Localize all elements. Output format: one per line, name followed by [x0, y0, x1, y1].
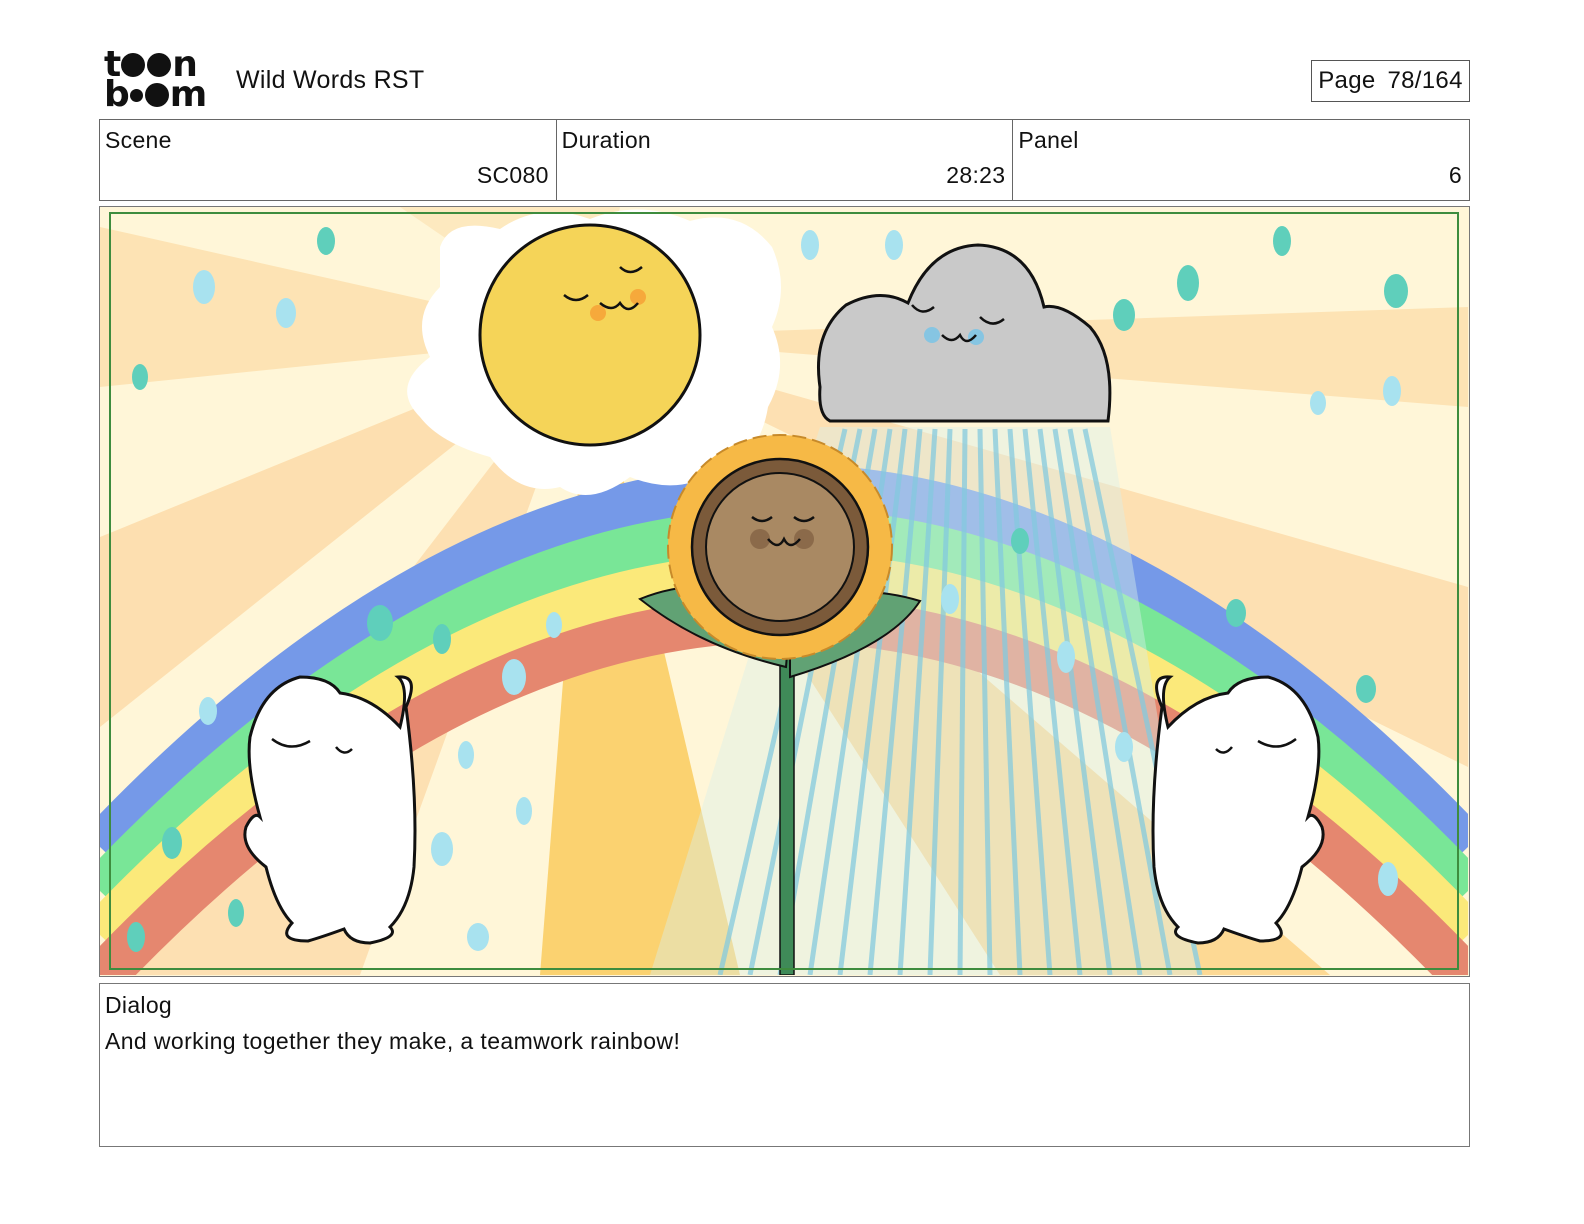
page-indicator: Page 78/164: [1311, 60, 1470, 102]
dialog-label: Dialog: [105, 992, 173, 1018]
toonboom-logo: t n b m: [104, 47, 216, 115]
scene-value: SC080: [476, 162, 549, 188]
scene-cell: Scene SC080: [100, 120, 557, 200]
dialog-text: And working together they make, a teamwo…: [105, 1028, 681, 1054]
duration-value: 28:23: [946, 162, 1006, 188]
logo-dot: [129, 88, 143, 102]
logo-dot: [144, 83, 169, 107]
logo-bottom-row: b m: [104, 74, 207, 115]
scene-label: Scene: [105, 127, 172, 153]
page-label: Page: [1318, 67, 1376, 94]
dialog-box: Dialog And working together they make, a…: [99, 983, 1470, 1147]
panel-label: Panel: [1018, 127, 1079, 153]
page-number: 78/164: [1387, 67, 1463, 94]
project-title: Wild Words RST: [236, 66, 425, 94]
logo-dot: [147, 53, 172, 77]
scene-info-table: Scene SC080 Duration 28:23 Panel 6: [99, 119, 1470, 201]
duration-cell: Duration 28:23: [557, 120, 1014, 200]
panel-illustration: [100, 207, 1468, 975]
duration-label: Duration: [561, 127, 652, 153]
storyboard-panel-image: [99, 206, 1470, 977]
panel-cell: Panel 6: [1013, 120, 1469, 200]
panel-value: 6: [1448, 162, 1463, 188]
